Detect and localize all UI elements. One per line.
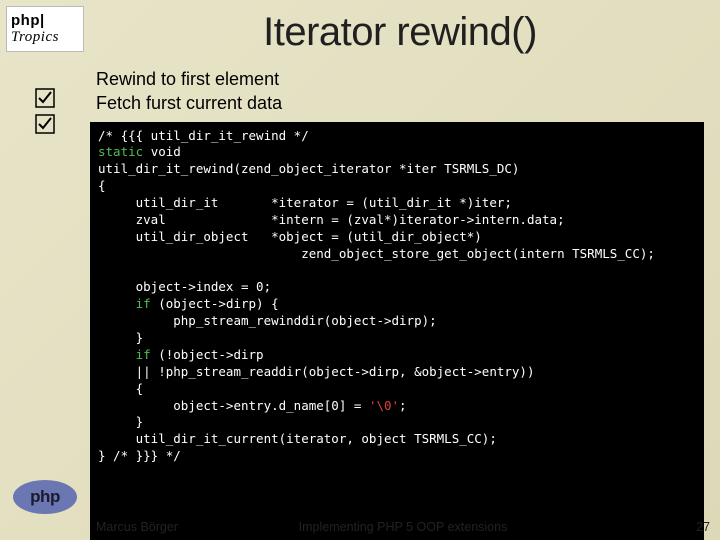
- sidebar: php| Tropics php: [0, 0, 90, 540]
- slide-title: Iterator rewind(): [90, 10, 710, 55]
- main-content: Iterator rewind() Rewind to first elemen…: [90, 0, 720, 540]
- php-logo-text: php: [30, 487, 60, 507]
- php-logo: php: [13, 480, 77, 514]
- checkbox-icon: [35, 88, 55, 108]
- logo-text-tropics: Tropics: [11, 30, 59, 45]
- bullet-icons: [0, 88, 90, 134]
- bullet-line: Fetch furst current data: [96, 91, 710, 115]
- checkbox-icon: [35, 114, 55, 134]
- footer: Marcus Börger Implementing PHP 5 OOP ext…: [96, 520, 710, 534]
- bullet-line: Rewind to first element: [96, 67, 710, 91]
- footer-title: Implementing PHP 5 OOP extensions: [96, 520, 710, 534]
- slide: php| Tropics php Iterator rewind() Rewin…: [0, 0, 720, 540]
- code-block: /* {{{ util_dir_it_rewind */ static void…: [90, 122, 704, 540]
- bullet-text-block: Rewind to first element Fetch furst curr…: [96, 67, 710, 116]
- logo-text-php: php|: [11, 13, 45, 28]
- php-tropics-logo: php| Tropics: [6, 6, 84, 52]
